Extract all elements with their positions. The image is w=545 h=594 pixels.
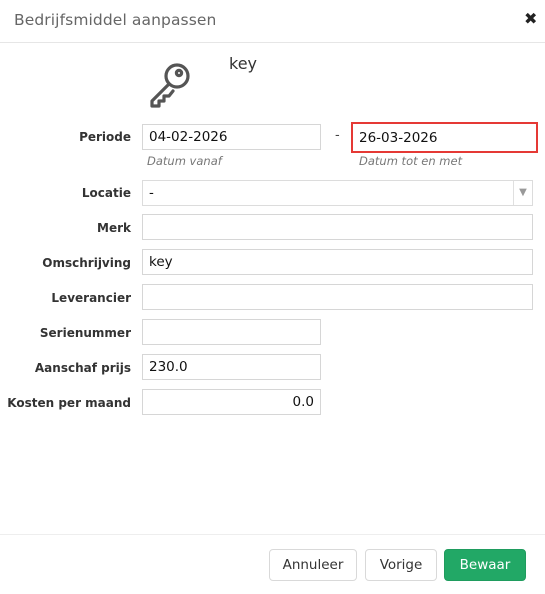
serienummer-input[interactable] [142,319,321,345]
locatie-select[interactable]: - ▼ [142,180,533,206]
date-to-input[interactable]: 26-03-2026 [351,122,538,153]
date-to-hint: Datum tot en met [359,154,463,168]
footer-divider [0,534,545,535]
date-separator: - [335,128,340,143]
merk-input[interactable] [142,214,533,240]
dialog-header: Bedrijfsmiddel aanpassen ✖ [0,0,545,43]
previous-button[interactable]: Vorige [365,549,437,581]
locatie-label: Locatie [81,186,131,200]
kosten-per-maand-input[interactable]: 0.0 [142,389,321,415]
serienummer-label: Serienummer [39,326,131,340]
omschrijving-input[interactable]: key [142,249,533,275]
key-icon [150,63,190,108]
kosten-per-maand-label: Kosten per maand [7,396,131,410]
aanschaf-prijs-input[interactable]: 230.0 [142,354,321,380]
leverancier-input[interactable] [142,284,533,310]
periode-label: Periode [79,130,131,144]
chevron-down-icon[interactable]: ▼ [513,181,532,205]
date-from-hint: Datum vanaf [147,154,222,168]
close-icon[interactable]: ✖ [524,10,537,28]
merk-label: Merk [97,221,131,235]
leverancier-label: Leverancier [51,291,131,305]
date-from-input[interactable]: 04-02-2026 [142,124,321,150]
asset-name: key [229,54,258,73]
cancel-button[interactable]: Annuleer [269,549,357,581]
aanschaf-prijs-label: Aanschaf prijs [34,361,131,375]
dialog-title: Bedrijfsmiddel aanpassen [14,11,217,29]
omschrijving-label: Omschrijving [42,256,131,270]
locatie-selected-value: - [149,185,154,201]
save-button[interactable]: Bewaar [444,549,526,581]
